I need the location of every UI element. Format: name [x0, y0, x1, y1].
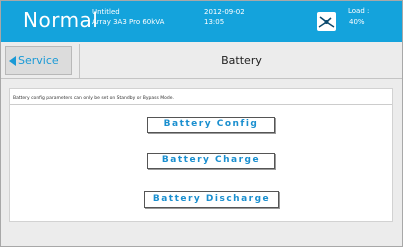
load-indicator: Load : 40%	[348, 6, 369, 28]
divider	[10, 104, 392, 105]
device-info: Untitled Array 3A3 Pro 60kVA	[92, 7, 164, 27]
gauge-icon[interactable]	[317, 12, 336, 31]
navigation-bar: Service Battery	[1, 44, 402, 79]
page-title: Battery	[79, 44, 402, 78]
datetime: 2012-09-02 13:05	[204, 7, 245, 27]
back-arrow-icon	[9, 56, 16, 66]
battery-panel: Battery config parameters can only be se…	[9, 88, 393, 222]
screen: Normal Untitled Array 3A3 Pro 60kVA 2012…	[0, 0, 403, 247]
battery-discharge-button[interactable]: Battery Discharge	[144, 191, 279, 208]
device-name: Untitled	[92, 8, 120, 16]
battery-config-button[interactable]: Battery Config	[147, 117, 275, 133]
back-button-label: Service	[18, 54, 59, 67]
battery-charge-button[interactable]: Battery Charge	[147, 153, 275, 169]
time: 13:05	[204, 18, 225, 26]
load-label: Load :	[348, 7, 370, 15]
config-note: Battery config parameters can only be se…	[13, 96, 174, 101]
status-header: Normal Untitled Array 3A3 Pro 60kVA 2012…	[1, 1, 402, 42]
device-model: Array 3A3 Pro 60kVA	[92, 18, 165, 26]
date: 2012-09-02	[204, 8, 245, 16]
system-status: Normal	[23, 8, 99, 32]
load-percent: 40%	[349, 18, 365, 26]
back-button[interactable]: Service	[5, 46, 72, 75]
